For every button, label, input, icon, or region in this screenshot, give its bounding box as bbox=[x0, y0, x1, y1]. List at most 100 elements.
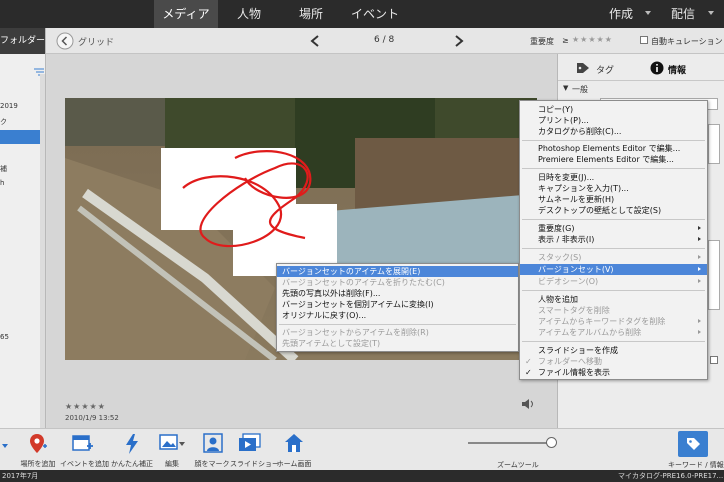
menu-item-remove-smart-tags[interactable]: スマートタグを削除 bbox=[520, 305, 707, 316]
tab-info[interactable]: 情報 bbox=[668, 63, 686, 76]
check-icon: ✓ bbox=[525, 357, 532, 366]
menu-item-remove-from-catalog[interactable]: カタログから削除(C)... bbox=[520, 126, 707, 137]
lightning-icon bbox=[126, 434, 138, 454]
menu-item-remove-from-album[interactable]: アイテムをアルバムから削除 bbox=[520, 327, 707, 338]
info-checkbox[interactable] bbox=[710, 356, 718, 364]
menu-item-edit-photoshop[interactable]: Photoshop Elements Editor で編集... bbox=[520, 143, 707, 154]
zoom-slider-handle[interactable] bbox=[546, 437, 557, 448]
tab-places[interactable]: 場所 bbox=[280, 0, 342, 28]
auto-curation-label: 自動キュレーション bbox=[651, 37, 723, 46]
editor-button[interactable]: 編集 bbox=[155, 429, 189, 471]
home-icon bbox=[285, 434, 303, 452]
version-set-submenu: バージョンセットのアイテムを展開(E) バージョンセットのアイテムを折りたたむ(… bbox=[276, 263, 519, 352]
section-general[interactable]: 一般 bbox=[572, 84, 588, 95]
menu-separator bbox=[522, 248, 705, 249]
calendar-add-icon bbox=[72, 435, 93, 451]
keyword-info-toggle[interactable] bbox=[678, 431, 708, 457]
tab-events[interactable]: イベント bbox=[342, 0, 408, 28]
status-date: 2017年7月 bbox=[2, 472, 39, 480]
info-icon[interactable] bbox=[650, 61, 664, 75]
slideshow-button[interactable]: スライドショー bbox=[230, 429, 279, 471]
menu-item-set-as-top[interactable]: 先頭アイテムとして設定(T) bbox=[277, 338, 518, 349]
quick-fix-button[interactable]: かんたん補正 bbox=[110, 429, 154, 471]
menu-item-version-set[interactable]: バージョンセット(V) bbox=[520, 264, 707, 275]
rating-operator[interactable]: ≥ bbox=[562, 36, 569, 45]
grid-back-label[interactable]: グリッド bbox=[78, 35, 114, 48]
menu-item-create-slideshow[interactable]: スライドショーを作成 bbox=[520, 345, 707, 356]
home-screen-button[interactable]: ホーム画面 bbox=[274, 429, 314, 471]
home-screen-label: ホーム画面 bbox=[276, 460, 312, 468]
tab-tags[interactable]: タグ bbox=[596, 63, 614, 76]
menu-item-change-date[interactable]: 日時を変更(J)... bbox=[520, 172, 707, 183]
menu-separator bbox=[522, 168, 705, 169]
menu-item-update-thumbnail[interactable]: サムネールを更新(H) bbox=[520, 194, 707, 205]
menu-item-show-file-info[interactable]: ✓ ファイル情報を表示 bbox=[520, 367, 707, 378]
menu-item-remove-from-version-set[interactable]: バージョンセットからアイテムを削除(R) bbox=[277, 327, 518, 338]
menu-item-edit-premiere[interactable]: Premiere Elements Editor で編集... bbox=[520, 154, 707, 165]
menu-item-remove-keyword-tag[interactable]: アイテムからキーワードタグを削除 bbox=[520, 316, 707, 327]
add-place-button[interactable]: 場所を追加 bbox=[20, 429, 56, 471]
create-menu[interactable]: 作成 bbox=[609, 0, 633, 28]
menu-item-delete-except-top[interactable]: 先頭の写真以外は削除(F)... bbox=[277, 288, 518, 299]
status-bar: 2017年7月 マイカタログ-PRE16.0-PRE17... bbox=[0, 470, 724, 482]
folder-header-label: フォルダー bbox=[0, 36, 46, 46]
slideshow-label: スライドショー bbox=[230, 460, 279, 468]
submenu-arrow-icon bbox=[698, 267, 701, 271]
photo-view: ★★★★★ 2010/1/9 13:52 bbox=[47, 54, 557, 428]
tag-toggle-icon bbox=[687, 438, 700, 450]
menu-item-expand-version-set[interactable]: バージョンセットのアイテムを展開(E) bbox=[277, 266, 518, 277]
rating-filter-stars[interactable]: ★★★★★ bbox=[572, 35, 613, 44]
menu-item-revert-to-original[interactable]: オリジナルに戻す(O)... bbox=[277, 310, 518, 321]
tab-people[interactable]: 人物 bbox=[218, 0, 280, 28]
photo-context-menu: コピー(Y) プリント(P)... カタログから削除(C)... Photosh… bbox=[519, 100, 708, 380]
menu-item-move-to-folder[interactable]: ✓ フォルダーへ移動 bbox=[520, 356, 707, 367]
audio-icon[interactable] bbox=[521, 398, 537, 410]
menu-item-add-caption[interactable]: キャプションを入力(T)... bbox=[520, 183, 707, 194]
bottom-toolbar: 場所を追加 イベントを追加 かんたん補正 編集 顔をマーク スライドショー ホー… bbox=[0, 428, 724, 470]
auto-curation-checkbox[interactable] bbox=[640, 36, 648, 44]
tag-icon[interactable] bbox=[576, 62, 590, 74]
photo-rating-stars[interactable]: ★★★★★ bbox=[65, 402, 106, 411]
caption-field-edge[interactable] bbox=[708, 124, 720, 164]
tab-divider bbox=[558, 80, 724, 81]
left-panel: フォルダー 2019 ク 補 h 65 bbox=[0, 28, 46, 428]
map-pin-icon bbox=[30, 434, 47, 453]
app-window: メディア 人物 場所 イベント 作成 配信 グリッド 6 / 8 重要度 ≥ ★… bbox=[0, 0, 724, 482]
menu-item-copy[interactable]: コピー(Y) bbox=[520, 104, 707, 115]
catalog-name: マイカタログ-PRE16.0-PRE17... bbox=[618, 472, 724, 480]
notes-field-edge[interactable] bbox=[708, 240, 720, 310]
menu-item-add-people[interactable]: 人物を追加 bbox=[520, 294, 707, 305]
submenu-arrow-icon bbox=[698, 319, 701, 323]
menu-item-video-scene[interactable]: ビデオシーン(O) bbox=[520, 276, 707, 287]
quick-fix-label: かんたん補正 bbox=[111, 460, 153, 468]
tab-media[interactable]: メディア bbox=[154, 0, 218, 28]
mark-faces-button[interactable]: 顔をマーク bbox=[194, 429, 230, 471]
back-circle-icon[interactable] bbox=[56, 32, 74, 50]
face-frame-icon bbox=[203, 433, 223, 453]
mark-faces-label: 顔をマーク bbox=[194, 460, 230, 468]
share-menu[interactable]: 配信 bbox=[671, 0, 695, 28]
slideshow-icon bbox=[239, 433, 261, 451]
menu-item-set-wallpaper[interactable]: デスクトップの壁紙として設定(S) bbox=[520, 205, 707, 216]
left-scrollbar[interactable] bbox=[40, 74, 45, 428]
menu-item-stack[interactable]: スタック(S) bbox=[520, 252, 707, 263]
next-arrow-icon[interactable] bbox=[454, 35, 464, 47]
add-event-button[interactable]: イベントを追加 bbox=[60, 429, 109, 471]
check-icon: ✓ bbox=[525, 368, 532, 377]
zoom-slider-track[interactable] bbox=[468, 442, 552, 444]
share-caret-icon bbox=[708, 11, 714, 15]
folder-header[interactable]: フォルダー bbox=[0, 28, 46, 54]
menu-item-show-hide[interactable]: 表示 / 非表示(I) bbox=[520, 234, 707, 245]
zoom-tool-label: ズームツール bbox=[497, 461, 539, 469]
menu-item-print[interactable]: プリント(P)... bbox=[520, 115, 707, 126]
submenu-arrow-icon bbox=[698, 255, 701, 259]
section-caret-icon[interactable]: ▼ bbox=[563, 84, 568, 92]
photo-counter: 6 / 8 bbox=[374, 35, 395, 45]
prev-arrow-icon[interactable] bbox=[310, 35, 320, 47]
rotate-caret-icon[interactable] bbox=[0, 441, 10, 451]
menu-item-collapse-version-set[interactable]: バージョンセットのアイテムを折りたたむ(C) bbox=[277, 277, 518, 288]
menu-separator bbox=[522, 341, 705, 342]
menu-item-convert-to-individual[interactable]: バージョンセットを個別アイテムに変換(I) bbox=[277, 299, 518, 310]
menu-item-rating[interactable]: 重要度(G) bbox=[520, 223, 707, 234]
rating-filter-label: 重要度 bbox=[530, 37, 554, 46]
